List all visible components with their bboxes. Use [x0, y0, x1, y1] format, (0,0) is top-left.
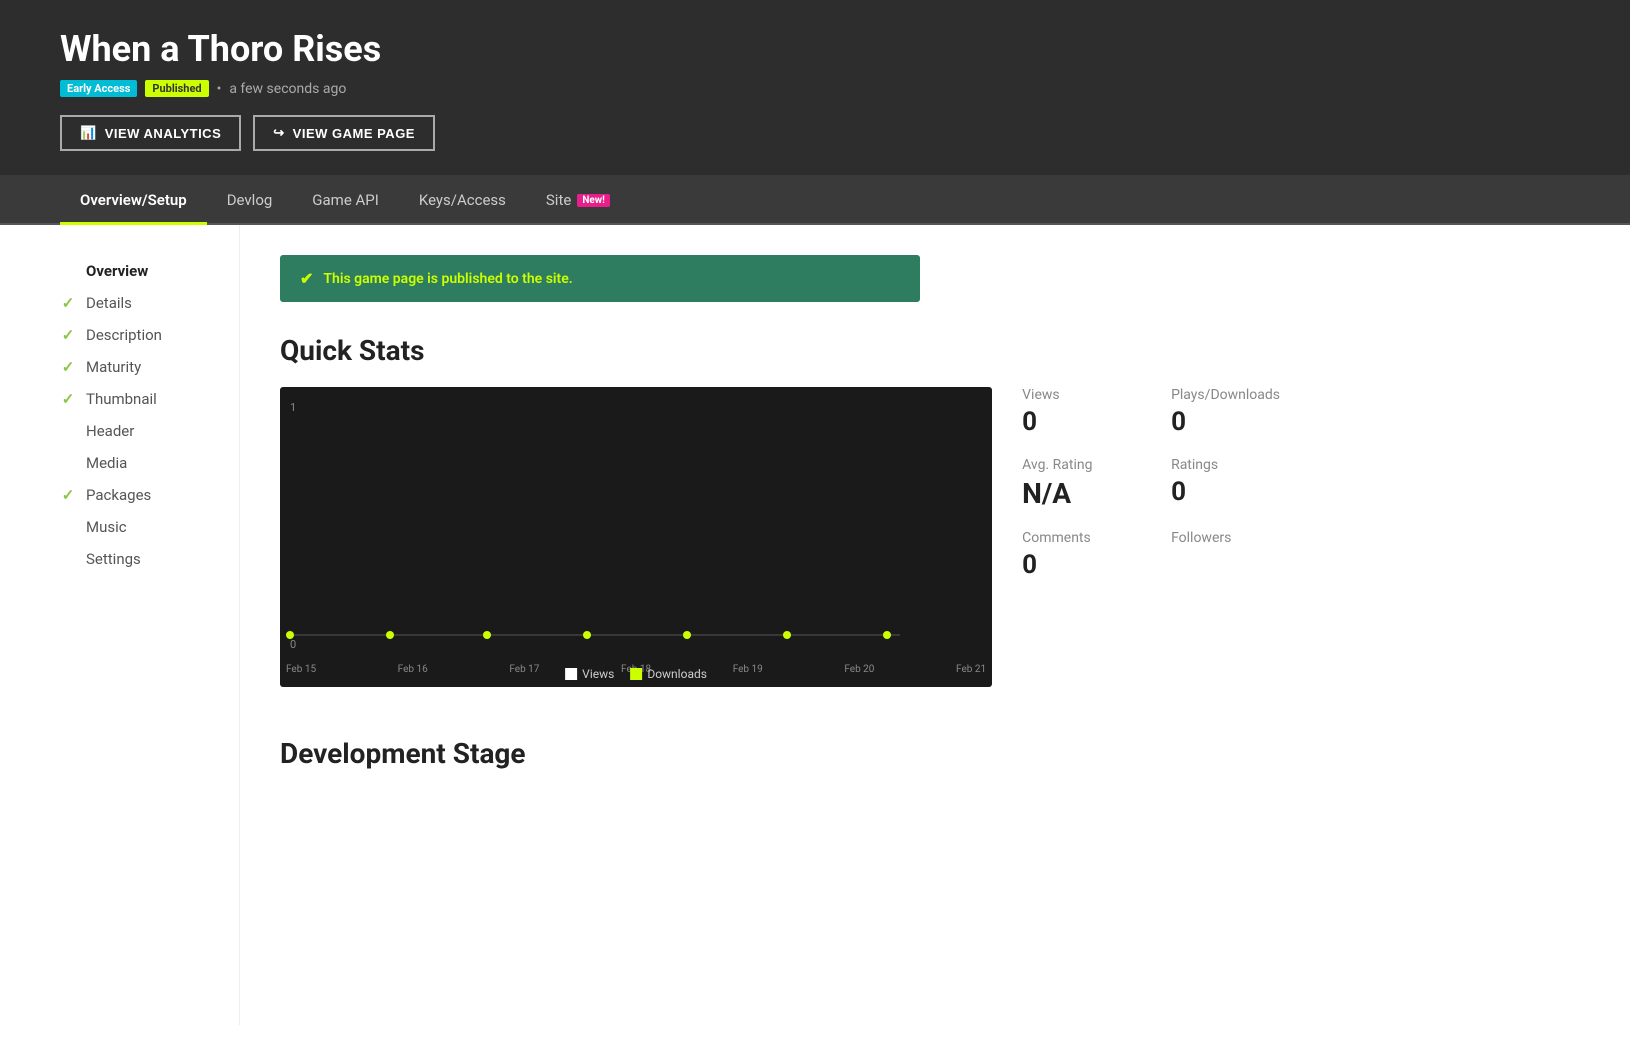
alert-message: This game page is published to the site.: [323, 271, 572, 287]
legend-downloads-label: Downloads: [647, 667, 707, 681]
stat-views-label: Views: [1022, 387, 1131, 403]
stat-comments-label: Comments: [1022, 530, 1131, 546]
check-details: ✓: [60, 294, 76, 312]
sidebar-label-music: Music: [86, 518, 127, 536]
analytics-icon: 📊: [80, 125, 97, 141]
top-header: When a Thoro Rises Early Access Publishe…: [0, 0, 1630, 175]
sidebar-item-details[interactable]: ✓ Details: [60, 287, 209, 319]
analytics-label: VIEW ANALYTICS: [105, 126, 222, 141]
chart-y-zero: 0: [290, 638, 296, 651]
tab-devlog-label: Devlog: [227, 191, 273, 209]
chart-legend: Views Downloads: [565, 667, 707, 687]
legend-downloads-box: [630, 668, 642, 680]
x-label-feb16: Feb 16: [398, 664, 428, 675]
tab-game-api-label: Game API: [312, 191, 379, 209]
sidebar-label-overview: Overview: [86, 262, 148, 280]
nav-tabs-bar: Overview/Setup Devlog Game API Keys/Acce…: [0, 175, 1630, 225]
stat-comments: Comments 0: [1022, 530, 1131, 580]
legend-views: Views: [565, 667, 614, 681]
sidebar-item-packages[interactable]: ✓ Packages: [60, 479, 209, 511]
sidebar-item-music[interactable]: Music: [60, 511, 209, 543]
check-description: ✓: [60, 326, 76, 344]
stat-avg-rating-label: Avg. Rating: [1022, 457, 1131, 473]
published-alert: ✔ This game page is published to the sit…: [280, 255, 920, 302]
tab-site[interactable]: Site New!: [526, 175, 630, 223]
game-title: When a Thoro Rises: [60, 28, 1570, 70]
sidebar-label-thumbnail: Thumbnail: [86, 390, 157, 408]
sidebar-label-header: Header: [86, 422, 134, 440]
stat-plays-downloads: Plays/Downloads 0: [1171, 387, 1280, 437]
sidebar-item-settings[interactable]: Settings: [60, 543, 209, 575]
chart-svg: [280, 387, 992, 687]
sidebar-label-maturity: Maturity: [86, 358, 141, 376]
sidebar-label-media: Media: [86, 454, 127, 472]
main-content: Overview ✓ Details ✓ Description ✓ Matur…: [0, 225, 1630, 1025]
meta-separator: •: [217, 81, 222, 97]
stat-plays-value: 0: [1171, 407, 1280, 437]
stat-ratings-label: Ratings: [1171, 457, 1280, 473]
stat-ratings-value: 0: [1171, 477, 1280, 507]
check-thumbnail: ✓: [60, 390, 76, 408]
legend-downloads: Downloads: [630, 667, 707, 681]
content-area: ✔ This game page is published to the sit…: [240, 225, 1630, 1025]
quick-stats-title: Quick Stats: [280, 334, 1570, 367]
sidebar-label-settings: Settings: [86, 550, 141, 568]
sidebar-item-header[interactable]: Header: [60, 415, 209, 447]
stat-followers: Followers: [1171, 530, 1280, 580]
x-label-feb20: Feb 20: [844, 664, 874, 675]
tab-devlog[interactable]: Devlog: [207, 175, 293, 223]
time-ago: a few seconds ago: [229, 81, 346, 97]
tab-keys-access-label: Keys/Access: [419, 191, 506, 209]
stats-grid: Views 0 Plays/Downloads 0 Avg. Rating N/…: [1022, 387, 1280, 580]
stat-avg-rating-value: N/A: [1022, 477, 1131, 510]
development-stage-title: Development Stage: [280, 737, 1570, 770]
stat-comments-value: 0: [1022, 550, 1131, 580]
published-badge: Published: [145, 80, 208, 97]
x-label-feb21: Feb 21: [956, 664, 986, 675]
sidebar-item-overview[interactable]: Overview: [60, 255, 209, 287]
stats-row: 1 0 Feb 15: [280, 387, 1280, 687]
sidebar-label-details: Details: [86, 294, 132, 312]
early-access-badge: Early Access: [60, 80, 137, 97]
external-link-icon: ↪: [273, 125, 284, 141]
game-page-label: VIEW GAME PAGE: [293, 126, 415, 141]
x-label-feb19: Feb 19: [733, 664, 763, 675]
title-meta: Early Access Published • a few seconds a…: [60, 80, 1570, 97]
sidebar-item-maturity[interactable]: ✓ Maturity: [60, 351, 209, 383]
check-packages: ✓: [60, 486, 76, 504]
tab-overview-setup[interactable]: Overview/Setup: [60, 175, 207, 223]
sidebar-item-thumbnail[interactable]: ✓ Thumbnail: [60, 383, 209, 415]
legend-views-box: [565, 668, 577, 680]
check-maturity: ✓: [60, 358, 76, 376]
stat-ratings: Ratings 0: [1171, 457, 1280, 510]
stat-avg-rating: Avg. Rating N/A: [1022, 457, 1131, 510]
tab-site-label: Site: [546, 191, 571, 209]
stat-views-value: 0: [1022, 407, 1131, 437]
view-game-page-button[interactable]: ↪ VIEW GAME PAGE: [253, 115, 435, 151]
tab-keys-access[interactable]: Keys/Access: [399, 175, 526, 223]
stat-followers-label: Followers: [1171, 530, 1280, 546]
sidebar: Overview ✓ Details ✓ Description ✓ Matur…: [0, 225, 240, 1025]
view-analytics-button[interactable]: 📊 VIEW ANALYTICS: [60, 115, 241, 151]
sidebar-label-description: Description: [86, 326, 162, 344]
legend-views-label: Views: [582, 667, 614, 681]
tab-game-api[interactable]: Game API: [292, 175, 399, 223]
sidebar-item-description[interactable]: ✓ Description: [60, 319, 209, 351]
sidebar-item-media[interactable]: Media: [60, 447, 209, 479]
x-label-feb15: Feb 15: [286, 664, 316, 675]
stat-views: Views 0: [1022, 387, 1131, 437]
new-badge: New!: [577, 194, 610, 207]
stats-chart: 1 0 Feb 15: [280, 387, 992, 687]
tab-overview-setup-label: Overview/Setup: [80, 191, 187, 209]
header-actions: 📊 VIEW ANALYTICS ↪ VIEW GAME PAGE: [60, 115, 1570, 151]
alert-check-icon: ✔: [300, 269, 313, 288]
x-label-feb17: Feb 17: [509, 664, 539, 675]
stat-plays-label: Plays/Downloads: [1171, 387, 1280, 403]
sidebar-label-packages: Packages: [86, 486, 151, 504]
